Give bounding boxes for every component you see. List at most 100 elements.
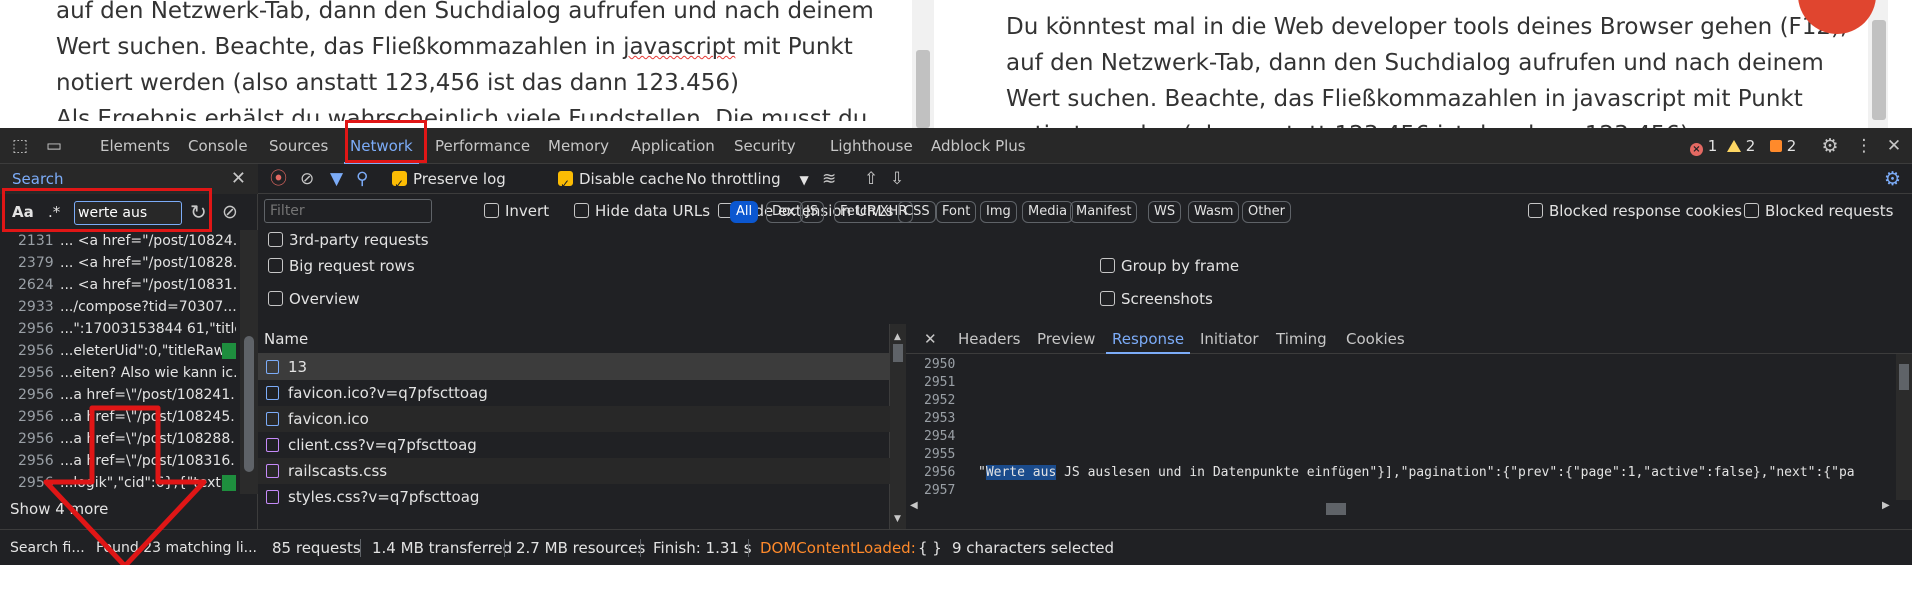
- tab-sources[interactable]: Sources: [269, 128, 328, 164]
- network-settings-gear-icon[interactable]: ⚙: [1884, 164, 1901, 194]
- search-result-item[interactable]: 2956 ...eiten? Also wie kann ic...: [0, 362, 240, 384]
- issues-count-badge[interactable]: 2: [1770, 128, 1796, 164]
- checkbox[interactable]: [1744, 203, 1759, 218]
- tab-preview[interactable]: Preview: [1037, 324, 1095, 354]
- filter-type-img[interactable]: Img: [980, 201, 1017, 223]
- checkbox[interactable]: [484, 203, 499, 218]
- scrollbar-thumb[interactable]: [1872, 20, 1886, 120]
- filter-type-css[interactable]: CSS: [898, 201, 936, 223]
- search-result-item[interactable]: 2624 ... <a href="/post/10831...: [0, 274, 240, 296]
- filter-input[interactable]: [264, 199, 432, 223]
- tab-cookies[interactable]: Cookies: [1346, 324, 1405, 354]
- refresh-icon[interactable]: ↻: [190, 194, 207, 230]
- search-result-item[interactable]: 2956 ...":17003153844 61,"title...: [0, 318, 240, 340]
- filter-type-ws[interactable]: WS: [1148, 201, 1182, 223]
- checkbox[interactable]: [268, 291, 283, 306]
- overview-checkbox[interactable]: Overview: [268, 283, 360, 315]
- regex-button[interactable]: .*: [48, 194, 60, 230]
- checkbox[interactable]: [574, 203, 589, 218]
- search-result-item[interactable]: 2379 ... <a href="/post/10828...: [0, 252, 240, 274]
- tab-console[interactable]: Console: [188, 128, 248, 164]
- tab-memory[interactable]: Memory: [548, 128, 609, 164]
- close-detail-icon[interactable]: ✕: [924, 324, 937, 354]
- hide-data-urls-checkbox[interactable]: Hide data URLs: [574, 195, 710, 227]
- tab-performance[interactable]: Performance: [435, 128, 530, 164]
- request-row[interactable]: 13: [258, 354, 890, 380]
- filter-type-other[interactable]: Other: [1242, 201, 1291, 223]
- horizontal-scrollbar[interactable]: ◀ ▶: [906, 500, 1896, 516]
- search-result-item[interactable]: 2131 ... <a href="/post/10824...: [0, 230, 240, 252]
- show-more-link[interactable]: Show 4 more: [10, 494, 108, 524]
- requests-scrollbar[interactable]: ▲ ▼: [890, 324, 906, 529]
- filter-type-wasm[interactable]: Wasm: [1188, 201, 1240, 223]
- more-options-icon[interactable]: ⋮: [1852, 128, 1876, 164]
- search-result-item[interactable]: 2956 ...a href=\"/post/108245...: [0, 406, 240, 428]
- import-har-icon[interactable]: ⇧: [864, 164, 878, 194]
- pretty-print-icon[interactable]: { }: [918, 530, 942, 566]
- warning-count-badge[interactable]: 2: [1727, 128, 1755, 164]
- big-request-rows-checkbox[interactable]: Big request rows: [268, 250, 415, 282]
- tab-security[interactable]: Security: [734, 128, 796, 164]
- match-case-button[interactable]: Aa: [12, 194, 34, 230]
- checkbox[interactable]: [1100, 258, 1115, 273]
- inspect-element-icon[interactable]: ⬚: [8, 128, 32, 164]
- request-row[interactable]: railscasts.css: [258, 458, 890, 484]
- tab-network[interactable]: Network: [344, 128, 419, 164]
- tab-headers[interactable]: Headers: [958, 324, 1020, 354]
- scrollbar-thumb[interactable]: [893, 344, 903, 362]
- filter-type-js[interactable]: JS: [800, 201, 825, 223]
- clear-log-icon[interactable]: ⊘: [300, 164, 314, 194]
- tab-application[interactable]: Application: [631, 128, 715, 164]
- close-icon[interactable]: ✕: [231, 164, 246, 194]
- search-panel-title[interactable]: Search: [12, 164, 64, 194]
- close-devtools-icon[interactable]: ✕: [1882, 128, 1906, 164]
- network-conditions-icon[interactable]: ≋: [822, 164, 836, 194]
- search-result-item[interactable]: 2933 .../compose?tid=70307...: [0, 296, 240, 318]
- scroll-right-icon[interactable]: ▶: [1882, 500, 1890, 511]
- search-results-scrollbar[interactable]: [240, 230, 258, 494]
- scrollbar-thumb[interactable]: [916, 50, 930, 128]
- checkbox-checked[interactable]: [558, 169, 573, 199]
- blocked-requests-checkbox[interactable]: Blocked requests: [1744, 195, 1893, 227]
- checkbox[interactable]: [1528, 203, 1543, 218]
- tab-elements[interactable]: Elements: [100, 128, 170, 164]
- filter-type-all[interactable]: All: [730, 201, 759, 223]
- tab-adblock-plus[interactable]: Adblock Plus: [931, 128, 1026, 164]
- scroll-up-icon[interactable]: ▲: [894, 332, 902, 342]
- search-result-item[interactable]: 2956 ...eleterUid":0,"titleRaw":...: [0, 340, 240, 362]
- disable-cache-checkbox[interactable]: Disable cache: [558, 164, 684, 199]
- preserve-log-checkbox[interactable]: Preserve log: [392, 164, 506, 199]
- tab-initiator[interactable]: Initiator: [1200, 324, 1259, 354]
- device-toolbar-icon[interactable]: ▭: [42, 128, 66, 164]
- checkbox[interactable]: [1100, 291, 1115, 306]
- scrollbar-thumb[interactable]: [244, 336, 254, 472]
- clear-icon[interactable]: ⊘: [222, 194, 238, 230]
- filter-type-font[interactable]: Font: [936, 201, 977, 223]
- search-icon[interactable]: ⚲: [356, 164, 368, 194]
- filter-type-doc[interactable]: Doc: [766, 201, 804, 223]
- record-stop-icon[interactable]: ⦿: [270, 164, 287, 194]
- export-har-icon[interactable]: ⇩: [890, 164, 904, 194]
- settings-gear-icon[interactable]: ⚙: [1818, 128, 1842, 164]
- checkbox-checked[interactable]: [392, 169, 407, 199]
- vertical-scrollbar[interactable]: [1896, 354, 1912, 500]
- request-row[interactable]: client.css?v=q7pfscttoag: [258, 432, 890, 458]
- request-row[interactable]: styles.css?v=q7pfscttoag: [258, 484, 890, 510]
- search-result-item[interactable]: 2956 ...a href=\"/post/108241...: [0, 384, 240, 406]
- scroll-left-icon[interactable]: ◀: [910, 500, 918, 511]
- screenshots-checkbox[interactable]: Screenshots: [1100, 283, 1213, 315]
- scrollbar-thumb[interactable]: [1899, 364, 1909, 390]
- invert-checkbox[interactable]: Invert: [484, 195, 549, 227]
- left-scrollbar[interactable]: [912, 0, 934, 128]
- tab-response[interactable]: Response: [1105, 324, 1191, 354]
- request-row[interactable]: favicon.ico: [258, 406, 890, 432]
- search-result-item[interactable]: 2956 ...a href=\"/post/108288...: [0, 428, 240, 450]
- scrollbar-thumb[interactable]: [1326, 503, 1346, 515]
- scroll-down-icon[interactable]: ▼: [894, 514, 902, 524]
- filter-type-media[interactable]: Media: [1022, 201, 1074, 223]
- filter-icon[interactable]: ▼: [330, 164, 343, 194]
- blocked-response-cookies-checkbox[interactable]: Blocked response cookies: [1528, 195, 1742, 227]
- throttling-select[interactable]: No throttling ▼: [686, 164, 809, 195]
- column-header-name[interactable]: Name: [258, 324, 890, 354]
- checkbox[interactable]: [268, 232, 283, 247]
